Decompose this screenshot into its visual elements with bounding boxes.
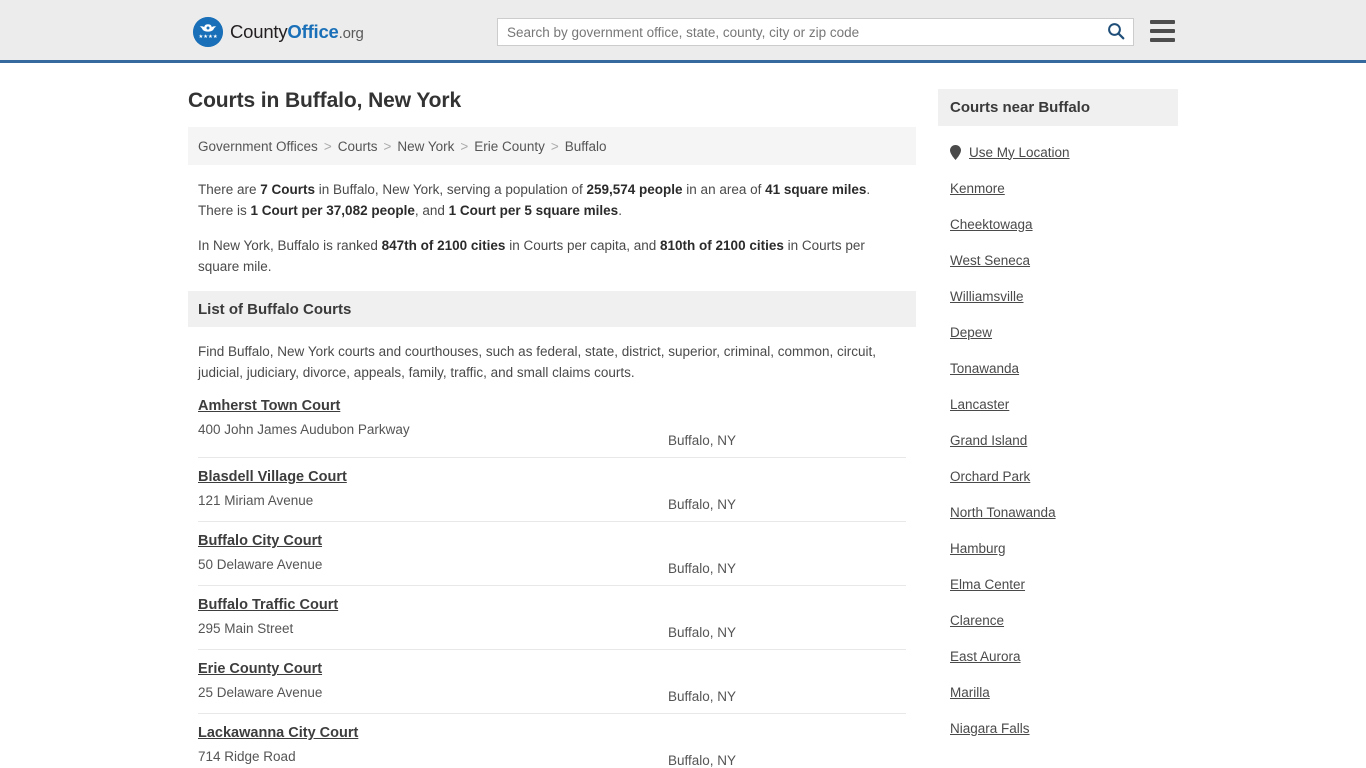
- sidebar-item-kenmore[interactable]: Kenmore: [950, 170, 1166, 206]
- statistics-block: There are 7 Courts in Buffalo, New York,…: [188, 165, 916, 277]
- nearby-city-link[interactable]: North Tonawanda: [950, 505, 1056, 520]
- breadcrumb-separator: >: [383, 138, 392, 154]
- court-list-item: Lackawanna City Court 714 Ridge Road Buf…: [198, 713, 906, 768]
- court-city: Buffalo, NY: [668, 433, 737, 448]
- logo-text-county: County: [230, 21, 288, 42]
- sidebar-title: Courts near Buffalo: [938, 89, 1178, 126]
- court-name-link[interactable]: Buffalo Traffic Court: [198, 597, 338, 613]
- sidebar-item-west-seneca[interactable]: West Seneca: [950, 242, 1166, 278]
- page-title: Courts in Buffalo, New York: [188, 89, 462, 112]
- nearby-city-link[interactable]: Tonawanda: [950, 361, 1019, 376]
- breadcrumb-item-courts[interactable]: Courts: [338, 139, 378, 154]
- sidebar-item-depew[interactable]: Depew: [950, 314, 1166, 350]
- breadcrumb: Government Offices > Courts > New York >…: [188, 127, 916, 165]
- breadcrumb-item-erie-county[interactable]: Erie County: [474, 139, 545, 154]
- nearby-city-link[interactable]: Kenmore: [950, 181, 1005, 196]
- section-description: Find Buffalo, New York courts and courth…: [198, 344, 877, 380]
- main-column: Courts in Buffalo, New York Government O…: [188, 63, 916, 768]
- site-header: CountyOffice.org: [0, 0, 1366, 63]
- nearby-city-link[interactable]: Orchard Park: [950, 469, 1030, 484]
- sidebar-item-orchard-park[interactable]: Orchard Park: [950, 458, 1166, 494]
- nearby-city-link[interactable]: Cheektowaga: [950, 217, 1033, 232]
- court-list-item: Amherst Town Court 400 John James Audubo…: [198, 393, 906, 457]
- search-icon: [1107, 22, 1125, 43]
- court-list-item: Blasdell Village Court 121 Miriam Avenue…: [198, 457, 906, 521]
- map-pin-icon: [950, 144, 961, 160]
- court-list-item: Erie County Court 25 Delaware Avenue Buf…: [198, 649, 906, 713]
- sidebar-item-lancaster[interactable]: Lancaster: [950, 386, 1166, 422]
- nearby-city-link[interactable]: Clarence: [950, 613, 1004, 628]
- search-bar[interactable]: [497, 18, 1134, 46]
- court-address: 50 Delaware Avenue: [198, 557, 323, 572]
- sidebar-item-williamsville[interactable]: Williamsville: [950, 278, 1166, 314]
- court-address: 714 Ridge Road: [198, 749, 296, 764]
- sidebar-item-cheektowaga[interactable]: Cheektowaga: [950, 206, 1166, 242]
- statistics-paragraph-2: In New York, Buffalo is ranked 847th of …: [198, 238, 865, 274]
- court-city: Buffalo, NY: [668, 625, 737, 640]
- breadcrumb-item-buffalo[interactable]: Buffalo: [565, 139, 607, 154]
- content-container: Courts in Buffalo, New York Government O…: [188, 63, 1178, 768]
- court-city: Buffalo, NY: [668, 497, 737, 512]
- nearby-city-link[interactable]: Marilla: [950, 685, 990, 700]
- search-input[interactable]: [498, 19, 1099, 45]
- section-header-court-list: List of Buffalo Courts: [188, 291, 916, 327]
- sidebar-item-clarence[interactable]: Clarence: [950, 602, 1166, 638]
- court-address: 295 Main Street: [198, 621, 294, 636]
- nearby-city-link[interactable]: Grand Island: [950, 433, 1027, 448]
- court-name-link[interactable]: Amherst Town Court: [198, 398, 340, 414]
- logo-text-dotorg: .org: [338, 25, 364, 42]
- hamburger-menu-icon[interactable]: [1150, 20, 1175, 42]
- court-city: Buffalo, NY: [668, 689, 737, 704]
- court-address: 400 John James Audubon Parkway: [198, 422, 410, 437]
- sidebar-item-niagara-falls[interactable]: Niagara Falls: [950, 710, 1166, 746]
- sidebar-item-elma-center[interactable]: Elma Center: [950, 566, 1166, 602]
- court-list: Amherst Town Court 400 John James Audubo…: [188, 393, 916, 768]
- search-button[interactable]: [1099, 19, 1133, 45]
- statistics-paragraph-1: There are 7 Courts in Buffalo, New York,…: [198, 182, 871, 218]
- court-name-link[interactable]: Erie County Court: [198, 661, 322, 677]
- page-body: Courts in Buffalo, New York Government O…: [0, 63, 1366, 768]
- sidebar-item-hamburg[interactable]: Hamburg: [950, 530, 1166, 566]
- breadcrumb-separator: >: [550, 138, 559, 154]
- court-city: Buffalo, NY: [668, 753, 737, 768]
- court-name-link[interactable]: Buffalo City Court: [198, 533, 322, 549]
- nearby-city-link[interactable]: Elma Center: [950, 577, 1025, 592]
- site-logo[interactable]: CountyOffice.org: [193, 17, 364, 47]
- nearby-city-link[interactable]: Hamburg: [950, 541, 1006, 556]
- breadcrumb-separator: >: [323, 138, 332, 154]
- court-address: 121 Miriam Avenue: [198, 493, 314, 508]
- sidebar-nearby-list: Use My Location Kenmore Cheektowaga West…: [938, 126, 1178, 746]
- breadcrumb-item-government-offices[interactable]: Government Offices: [198, 139, 318, 154]
- sidebar-item-grand-island[interactable]: Grand Island: [950, 422, 1166, 458]
- sidebar-item-east-aurora[interactable]: East Aurora: [950, 638, 1166, 674]
- nearby-city-link[interactable]: West Seneca: [950, 253, 1030, 268]
- breadcrumb-item-new-york[interactable]: New York: [397, 139, 454, 154]
- nearby-city-link[interactable]: East Aurora: [950, 649, 1021, 664]
- sidebar-item-use-my-location[interactable]: Use My Location: [950, 134, 1166, 170]
- court-list-item: Buffalo City Court 50 Delaware Avenue Bu…: [198, 521, 906, 585]
- use-my-location-link[interactable]: Use My Location: [969, 145, 1070, 160]
- eagle-seal-icon: [193, 17, 223, 47]
- court-name-link[interactable]: Lackawanna City Court: [198, 725, 358, 741]
- court-name-link[interactable]: Blasdell Village Court: [198, 469, 347, 485]
- nearby-city-link[interactable]: Depew: [950, 325, 992, 340]
- nearby-city-link[interactable]: Williamsville: [950, 289, 1024, 304]
- nearby-city-link[interactable]: Lancaster: [950, 397, 1009, 412]
- breadcrumb-separator: >: [460, 138, 469, 154]
- logo-text-office: Office: [287, 21, 339, 42]
- sidebar-item-marilla[interactable]: Marilla: [950, 674, 1166, 710]
- logo-wordmark: CountyOffice.org: [230, 21, 364, 43]
- nearby-city-link[interactable]: Niagara Falls: [950, 721, 1030, 736]
- court-list-item: Buffalo Traffic Court 295 Main Street Bu…: [198, 585, 906, 649]
- court-address: 25 Delaware Avenue: [198, 685, 323, 700]
- sidebar: Courts near Buffalo Use My Location Kenm…: [938, 63, 1178, 768]
- sidebar-item-tonawanda[interactable]: Tonawanda: [950, 350, 1166, 386]
- sidebar-item-north-tonawanda[interactable]: North Tonawanda: [950, 494, 1166, 530]
- court-city: Buffalo, NY: [668, 561, 737, 576]
